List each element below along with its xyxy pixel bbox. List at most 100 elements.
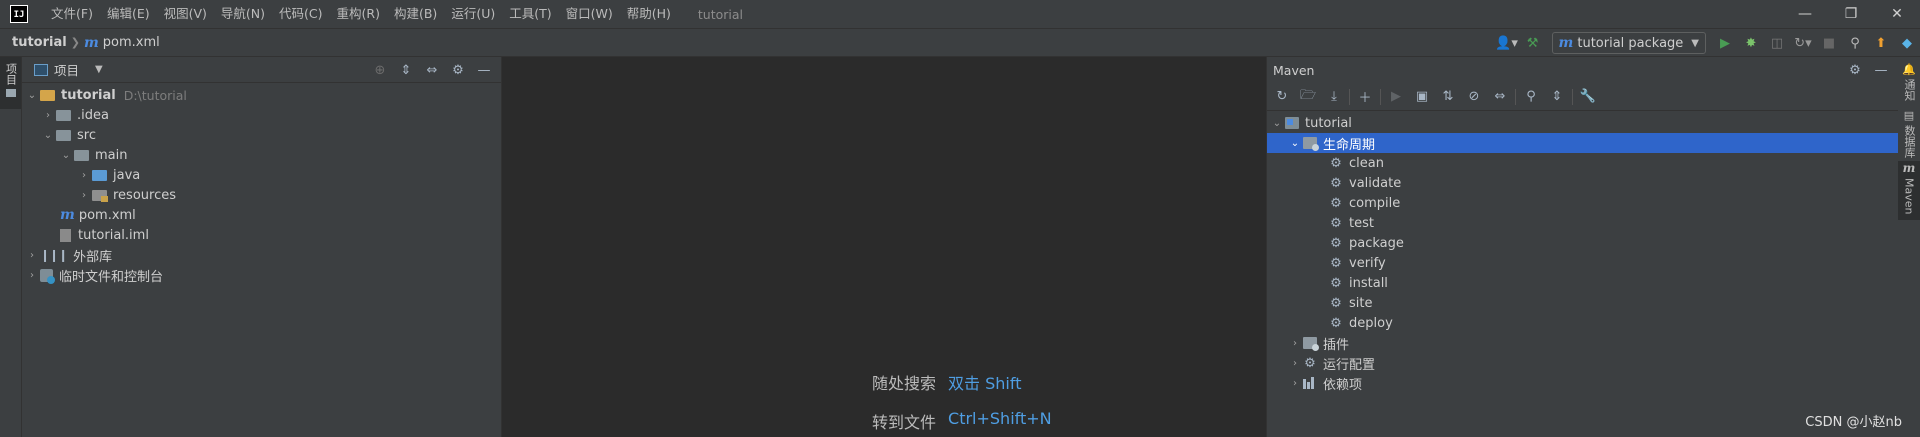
folder-icon bbox=[74, 149, 89, 161]
lifecycle-goal[interactable]: ⚙ compile bbox=[1267, 193, 1898, 213]
chevron-down-icon[interactable]: ⌄ bbox=[1287, 138, 1303, 149]
menu-window[interactable]: 窗口(W) bbox=[559, 0, 620, 28]
update-icon[interactable]: ⬆ bbox=[1868, 29, 1894, 57]
maven-run-configs-node[interactable]: › ⚙ 运行配置 bbox=[1267, 353, 1898, 373]
collapse-all-icon[interactable]: ⇔ bbox=[1487, 84, 1513, 110]
menu-tools[interactable]: 工具(T) bbox=[502, 0, 558, 28]
tree-node-idea[interactable]: › .idea bbox=[22, 105, 501, 125]
execute-goal-icon[interactable]: ▣ bbox=[1409, 84, 1435, 110]
chevron-down-icon[interactable]: ⌄ bbox=[1269, 118, 1285, 129]
intellij-logo-icon[interactable]: IJ bbox=[10, 5, 28, 23]
goal-label: deploy bbox=[1349, 315, 1393, 331]
tree-node-external-libraries[interactable]: › ❙❙❙ 外部库 bbox=[22, 245, 501, 265]
chevron-down-icon[interactable]: ⌄ bbox=[24, 90, 40, 101]
hide-icon[interactable]: — bbox=[471, 57, 497, 83]
chevron-right-icon[interactable]: › bbox=[40, 110, 56, 121]
profile-icon[interactable]: ↻▾ bbox=[1790, 29, 1816, 57]
lifecycle-goal[interactable]: ⚙ deploy bbox=[1267, 313, 1898, 333]
restore-icon[interactable]: ❐ bbox=[1828, 0, 1874, 28]
hide-icon[interactable]: — bbox=[1868, 57, 1894, 83]
jetbrains-toolbox-icon[interactable]: ◆ bbox=[1894, 29, 1920, 57]
breadcrumb-project[interactable]: tutorial bbox=[12, 35, 67, 50]
coverage-icon[interactable]: ◫ bbox=[1764, 29, 1790, 57]
maven-tool-tab[interactable]: m Maven bbox=[1898, 161, 1920, 221]
menu-file[interactable]: 文件(F) bbox=[44, 0, 100, 28]
chevron-down-icon[interactable]: ⌄ bbox=[58, 150, 74, 161]
lifecycle-goal[interactable]: ⚙ site bbox=[1267, 293, 1898, 313]
tree-node-scratches[interactable]: › 临时文件和控制台 bbox=[22, 265, 501, 285]
toggle-offline-icon[interactable]: ⇅ bbox=[1435, 84, 1461, 110]
close-icon[interactable]: ✕ bbox=[1874, 0, 1920, 28]
maven-lifecycle-node[interactable]: ⌄ 生命周期 bbox=[1267, 133, 1898, 153]
download-icon[interactable]: ⤓ bbox=[1321, 84, 1347, 110]
lifecycle-goal[interactable]: ⚙ validate bbox=[1267, 173, 1898, 193]
chevron-right-icon[interactable]: › bbox=[1287, 378, 1303, 389]
hint-label: 随处搜索 bbox=[872, 374, 937, 393]
gear-icon[interactable]: ⚙ bbox=[1842, 57, 1868, 83]
maven-dependencies-node[interactable]: › 依赖项 bbox=[1267, 373, 1898, 393]
show-dependencies-icon[interactable]: ⚲ bbox=[1518, 84, 1544, 110]
database-tool-tab[interactable]: ▤ 数据库 bbox=[1898, 109, 1920, 158]
hint-shortcut[interactable]: Ctrl+Shift+N bbox=[948, 409, 1052, 433]
chevron-down-icon[interactable]: ⌄ bbox=[40, 130, 56, 141]
hint-shortcut[interactable]: 双击 Shift bbox=[948, 370, 1021, 394]
gear-icon: ⚙ bbox=[1330, 215, 1342, 231]
maven-plugins-node[interactable]: › 插件 bbox=[1267, 333, 1898, 353]
tree-node-resources[interactable]: › resources bbox=[22, 185, 501, 205]
tree-node-pom[interactable]: m pom.xml bbox=[22, 205, 501, 225]
maven-project-node[interactable]: ⌄ tutorial bbox=[1267, 113, 1898, 133]
tree-node-main[interactable]: ⌄ main bbox=[22, 145, 501, 165]
menu-view[interactable]: 视图(V) bbox=[157, 0, 214, 28]
run-icon[interactable]: ▶ bbox=[1712, 29, 1738, 57]
lifecycle-goal[interactable]: ⚙ install bbox=[1267, 273, 1898, 293]
skip-tests-icon[interactable]: ⊘ bbox=[1461, 84, 1487, 110]
run-icon[interactable]: ▶ bbox=[1383, 84, 1409, 110]
editor-area[interactable]: 随处搜索 双击 Shift 转到文件 Ctrl+Shift+N bbox=[502, 57, 1266, 437]
wrench-icon[interactable]: 🔧 bbox=[1575, 84, 1601, 110]
chevron-right-icon[interactable]: › bbox=[76, 170, 92, 181]
add-icon[interactable]: ＋ bbox=[1352, 84, 1378, 110]
lifecycle-goal[interactable]: ⚙ package bbox=[1267, 233, 1898, 253]
notifications-tool-tab[interactable]: 🔔 通知 bbox=[1898, 63, 1920, 101]
debug-icon[interactable]: ✸ bbox=[1738, 29, 1764, 57]
lifecycle-goal[interactable]: ⚙ clean bbox=[1267, 153, 1898, 173]
minimize-icon[interactable]: — bbox=[1782, 0, 1828, 28]
menu-run[interactable]: 运行(U) bbox=[444, 0, 502, 28]
chevron-right-icon[interactable]: › bbox=[24, 270, 40, 281]
menu-refactor[interactable]: 重构(R) bbox=[330, 0, 387, 28]
chevron-right-icon[interactable]: › bbox=[76, 190, 92, 201]
stop-icon[interactable]: ■ bbox=[1816, 29, 1842, 57]
chevron-right-icon[interactable]: › bbox=[24, 250, 40, 261]
locate-icon[interactable]: ⊕ bbox=[367, 57, 393, 83]
project-tool-tab[interactable]: 项目 bbox=[0, 57, 21, 109]
user-account-icon[interactable]: 👤▾ bbox=[1494, 29, 1520, 57]
gear-icon[interactable]: ⚙ bbox=[445, 57, 471, 83]
tree-label: 运行配置 bbox=[1323, 357, 1376, 373]
tree-node-root[interactable]: ⌄ tutorial D:\tutorial bbox=[22, 85, 501, 105]
search-everywhere-icon[interactable]: ⚲ bbox=[1842, 29, 1868, 57]
folder-icon bbox=[56, 109, 71, 121]
menu-navigate[interactable]: 导航(N) bbox=[214, 0, 272, 28]
menu-build[interactable]: 构建(B) bbox=[387, 0, 444, 28]
menu-help[interactable]: 帮助(H) bbox=[620, 0, 678, 28]
collapse-all-icon[interactable]: ⇔ bbox=[419, 57, 445, 83]
project-panel-title[interactable]: 项目 bbox=[54, 60, 79, 79]
menu-code[interactable]: 代码(C) bbox=[272, 0, 329, 28]
expand-all-icon[interactable]: ⇕ bbox=[1544, 84, 1570, 110]
menu-edit[interactable]: 编辑(E) bbox=[100, 0, 157, 28]
chevron-right-icon[interactable]: › bbox=[1287, 358, 1303, 369]
breadcrumb-file[interactable]: pom.xml bbox=[103, 35, 160, 50]
tree-label: java bbox=[113, 167, 141, 183]
lifecycle-goal[interactable]: ⚙ verify bbox=[1267, 253, 1898, 273]
chevron-right-icon[interactable]: › bbox=[1287, 338, 1303, 349]
build-hammer-icon[interactable]: ⚒ bbox=[1520, 29, 1546, 57]
expand-all-icon[interactable]: ⇕ bbox=[393, 57, 419, 83]
run-config-selector[interactable]: m tutorial package ▼ bbox=[1551, 32, 1706, 54]
reload-icon[interactable]: ↻ bbox=[1269, 84, 1295, 110]
tree-node-src[interactable]: ⌄ src bbox=[22, 125, 501, 145]
tree-node-java[interactable]: › java bbox=[22, 165, 501, 185]
add-folder-icon[interactable]: 🗁 bbox=[1295, 84, 1321, 110]
lifecycle-goal[interactable]: ⚙ test bbox=[1267, 213, 1898, 233]
tree-node-iml[interactable]: tutorial.iml bbox=[22, 225, 501, 245]
chevron-down-icon[interactable]: ▼ bbox=[95, 64, 103, 75]
